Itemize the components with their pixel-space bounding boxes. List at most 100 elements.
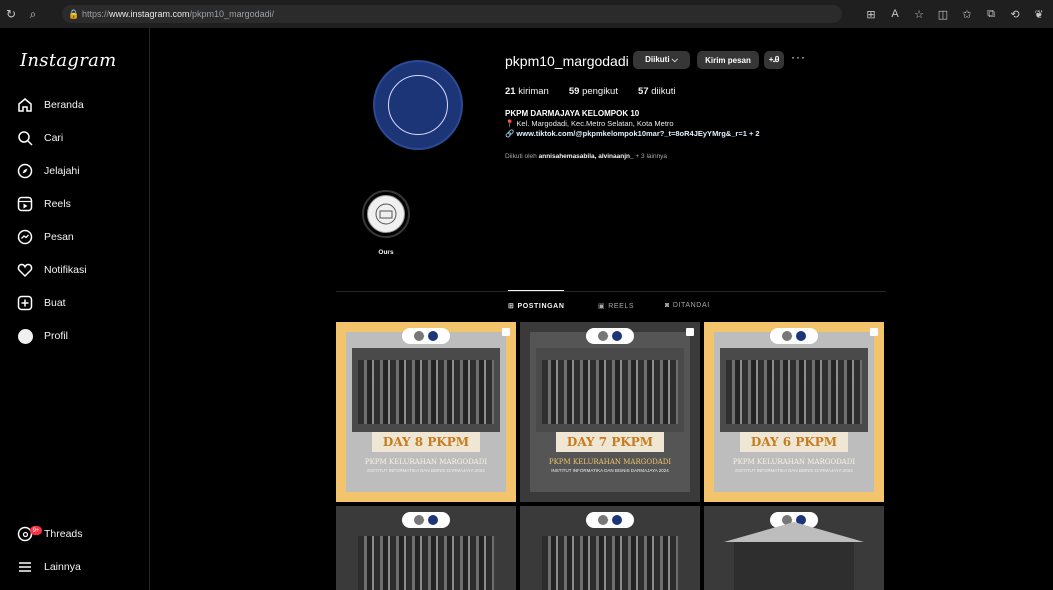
post-logos [586, 328, 634, 344]
extension-icon[interactable]: ❦ [1029, 3, 1049, 25]
sidebar-item-reels[interactable]: Reels [14, 189, 142, 219]
post-title: DAY 8 PKPM [372, 432, 480, 452]
sidebar-item-jelajahi[interactable]: Jelajahi [14, 156, 142, 186]
sidebar-item-beranda[interactable]: Beranda [14, 90, 142, 120]
search-icon [14, 127, 36, 149]
post-photo-people [358, 360, 494, 424]
grid-apps-icon[interactable]: ⊞ [861, 3, 881, 25]
post-tile[interactable]: DAY 7 PKPM PKPM KELURAHAN MARGODADI INST… [520, 322, 700, 502]
carousel-icon [502, 328, 510, 336]
split-screen-icon[interactable]: ◫ [933, 3, 953, 25]
sidebar-item-label: Buat [44, 297, 66, 309]
post-tile[interactable] [520, 506, 700, 590]
post-tile[interactable] [704, 506, 884, 590]
instagram-logo[interactable]: Instagram [20, 50, 117, 71]
plus-square-icon [14, 292, 36, 314]
post-tile[interactable]: DAY 6 PKPM PKPM KELURAHAN MARGODADI INST… [704, 322, 884, 502]
post-caption-line: INSTITUT INFORMATIKA DAN BISNIS DARMAJAY… [367, 468, 485, 473]
posts-stat: 21 kiriman [505, 86, 549, 97]
sidebar-item-buat[interactable]: Buat [14, 288, 142, 318]
sidebar-item-label: Cari [44, 132, 64, 144]
sidebar-item-label: Lainnya [44, 561, 81, 573]
carousel-icon [686, 328, 694, 336]
post-tile[interactable] [336, 506, 516, 590]
active-tab-indicator [508, 290, 564, 291]
post-house [734, 542, 854, 590]
url-host: www.instagram.com [109, 9, 190, 19]
sidebar-item-label: Pesan [44, 231, 74, 243]
tabs-divider [336, 291, 886, 292]
following-button[interactable]: Diikuti ⌵ [633, 51, 690, 69]
notification-badge: 9+ [30, 526, 42, 535]
options-more-icon[interactable]: ··· [791, 50, 806, 64]
sidebar-item-notifikasi[interactable]: Notifikasi [14, 255, 142, 285]
post-title: DAY 7 PKPM [556, 432, 664, 452]
history-icon[interactable]: ⟲ [1005, 3, 1025, 25]
carousel-icon [870, 328, 878, 336]
tab-reels[interactable]: ▣ REELS [598, 302, 634, 311]
following-stat[interactable]: 57 diikuti [638, 86, 676, 97]
sidebar-item-label: Notifikasi [44, 264, 87, 276]
message-button[interactable]: Kirim pesan [697, 51, 759, 69]
sidebar-item-label: Jelajahi [44, 165, 80, 177]
address-bar[interactable]: 🔒 https://www.instagram.com/pkpm10_margo… [62, 5, 842, 23]
sidebar: Instagram Beranda Cari Jelajahi Reels Pe… [0, 28, 150, 590]
post-tile[interactable]: DAY 8 PKPM PKPM KELURAHAN MARGODADI INST… [336, 322, 516, 502]
reels-icon: ▣ [598, 303, 606, 310]
suggest-users-button[interactable]: +Ꭿ [764, 51, 784, 69]
post-house-roof [724, 522, 864, 542]
bio-link[interactable]: 🔗 www.tiktok.com/@pkpmkelompok10mar?_t=8… [505, 129, 760, 138]
threads-icon: 9+ [14, 523, 42, 545]
post-logos [586, 512, 634, 528]
post-caption-line: INSTITUT INFORMATIKA DAN BISNIS DARMAJAY… [551, 468, 669, 473]
sidebar-item-label: Profil [44, 330, 68, 342]
story-highlight[interactable] [362, 190, 410, 238]
search-icon[interactable]: ⌕ [22, 3, 44, 25]
sidebar-item-pesan[interactable]: Pesan [14, 222, 142, 252]
bio-location: 📍 Kel. Margodadi, Kec.Metro Selatan, Kot… [505, 119, 674, 128]
post-logos [770, 328, 818, 344]
grid-icon: ⊞ [508, 303, 515, 310]
post-photo-people [542, 360, 678, 424]
favorite-star-icon[interactable]: ☆ [909, 3, 929, 25]
compass-icon [14, 160, 36, 182]
collections-icon[interactable]: ⧉ [981, 3, 1001, 25]
post-subtitle: PKPM KELURAHAN MARGODADI [732, 458, 856, 466]
profile-picture[interactable] [373, 60, 463, 150]
sidebar-item-profil[interactable]: Profil [14, 321, 142, 351]
tab-posts[interactable]: ⊞ POSTINGAN [508, 302, 564, 311]
heart-icon [14, 259, 36, 281]
sidebar-item-cari[interactable]: Cari [14, 123, 142, 153]
browser-toolbar: ↻ ⌕ 🔒 https://www.instagram.com/pkpm10_m… [0, 0, 1053, 28]
post-photo-people [358, 536, 494, 590]
lock-icon: 🔒 [68, 8, 80, 19]
url-path: /pkpm10_margodadi/ [189, 9, 275, 19]
post-subtitle: PKPM KELURAHAN MARGODADI [364, 458, 488, 466]
bio-name: PKPM DARMAJAYA KELOMPOK 10 [505, 109, 640, 118]
tab-tagged[interactable]: ◙ DITANDAI [665, 302, 710, 309]
post-caption-line: INSTITUT INFORMATIKA DAN BISNIS DARMAJAY… [735, 468, 853, 473]
profile-username: pkpm10_margodadi [505, 53, 629, 69]
post-title: DAY 6 PKPM [740, 432, 848, 452]
post-photo-people [542, 536, 678, 590]
logo-emblem [388, 75, 448, 135]
followed-by[interactable]: Diikuti oleh annisahemasabila, alvinaanj… [505, 153, 667, 160]
highlight-label: Ours [378, 249, 394, 256]
home-icon [14, 94, 36, 116]
reels-icon [14, 193, 36, 215]
sidebar-item-label: Threads [44, 528, 83, 540]
profile-avatar [14, 325, 36, 347]
post-subtitle: PKPM KELURAHAN MARGODADI [548, 458, 672, 466]
sidebar-item-label: Beranda [44, 99, 84, 111]
followers-stat[interactable]: 59 pengikut [569, 86, 618, 97]
url-scheme: https:// [82, 9, 110, 19]
tagged-icon: ◙ [665, 302, 670, 309]
refresh-icon[interactable]: ↻ [0, 3, 22, 25]
sidebar-item-threads[interactable]: 9+ Threads [14, 519, 142, 549]
favorites-icon[interactable]: ✩ [957, 3, 977, 25]
read-aloud-icon[interactable]: A [885, 3, 905, 25]
sidebar-item-label: Reels [44, 198, 71, 210]
highlight-cover [367, 195, 405, 233]
messenger-icon [14, 226, 36, 248]
sidebar-item-lainnya[interactable]: Lainnya [14, 552, 142, 582]
